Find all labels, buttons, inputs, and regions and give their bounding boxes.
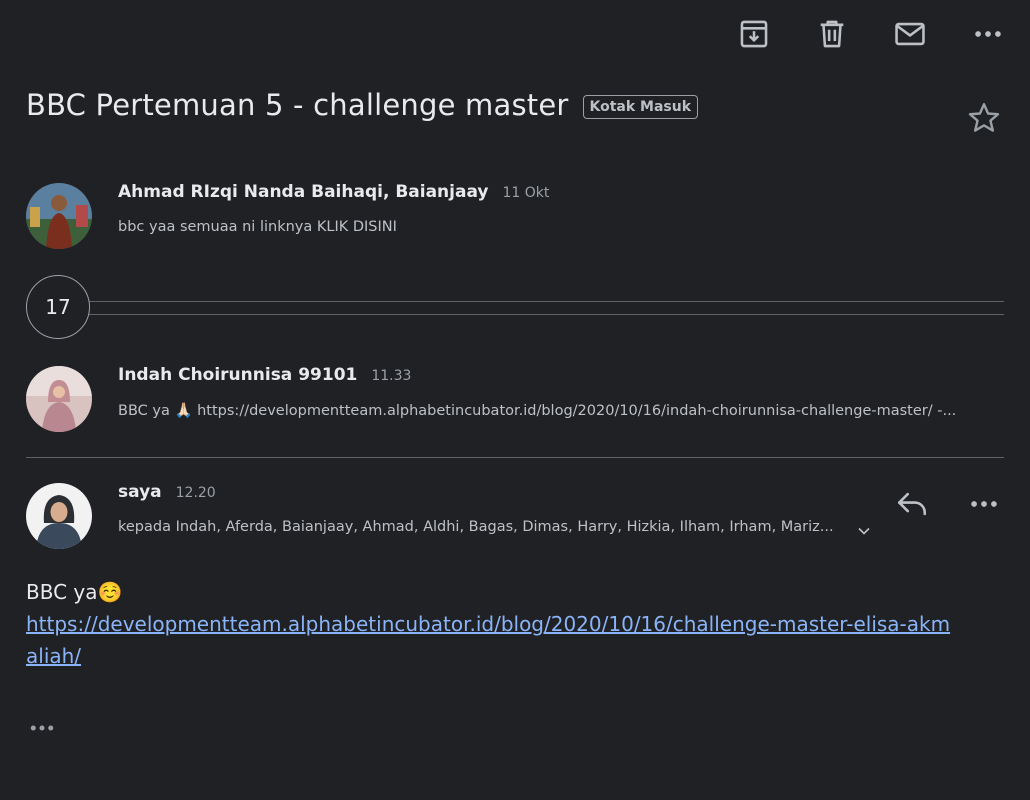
message-snippet: bbc yaa semuaa ni linknya KLIK DISINI	[118, 219, 397, 235]
expanded-message-header: saya 12.20 kepada Indah, Aferda, Baianja…	[26, 482, 1004, 552]
sender-name: saya	[118, 482, 162, 502]
show-details-button[interactable]	[856, 523, 872, 539]
sender-line: saya 12.20	[118, 482, 216, 502]
reply-button[interactable]	[892, 488, 932, 520]
message-time: 11.33	[371, 368, 412, 384]
avatar	[26, 366, 92, 432]
recipients-line[interactable]: kepada Indah, Aferda, Baianjaay, Ahmad, …	[118, 519, 853, 535]
message-divider	[26, 457, 1004, 458]
delete-button[interactable]	[812, 14, 852, 54]
message-time: 12.20	[175, 485, 216, 501]
thread-subject: BBC Pertemuan 5 - challenge master	[26, 88, 569, 122]
collapsed-divider-bottom	[88, 314, 1004, 315]
sender-line: Ahmad RIzqi Nanda Baihaqi, Baianjaay 11 …	[118, 182, 549, 202]
message-body: BBC ya☺️ https://developmentteam.alphabe…	[26, 576, 956, 672]
message-time: 11 Okt	[502, 185, 550, 201]
mark-unread-button[interactable]	[890, 14, 930, 54]
star-outline-icon	[968, 102, 1000, 132]
avatar[interactable]	[26, 483, 92, 549]
collapsed-divider-top	[88, 301, 1004, 302]
more-horizontal-icon	[30, 725, 54, 731]
trash-icon	[820, 20, 844, 48]
sender-line: Indah Choirunnisa 99101 11.33	[118, 365, 411, 385]
body-link[interactable]: https://developmentteam.alphabetincubato…	[26, 608, 956, 672]
more-horizontal-icon	[975, 31, 1001, 37]
collapsed-messages-count[interactable]: 17	[26, 275, 90, 339]
sender-name: Indah Choirunnisa 99101	[118, 365, 358, 385]
avatar	[26, 183, 92, 249]
mail-icon	[895, 22, 925, 46]
message-more-button[interactable]	[964, 488, 1004, 520]
star-button[interactable]	[966, 100, 1002, 136]
message-item[interactable]: Indah Choirunnisa 99101 11.33 BBC ya 🙏🏻 …	[26, 365, 1004, 435]
subject-row: BBC Pertemuan 5 - challenge master Kotak…	[26, 88, 699, 122]
body-text: BBC ya☺️	[26, 580, 123, 604]
show-trimmed-content-button[interactable]	[26, 716, 58, 740]
message-snippet: BBC ya 🙏🏻 https://developmentteam.alphab…	[118, 403, 957, 419]
sender-name: Ahmad RIzqi Nanda Baihaqi, Baianjaay	[118, 182, 489, 202]
top-toolbar	[696, 14, 1008, 54]
more-horizontal-icon	[971, 501, 997, 507]
reply-icon	[897, 492, 927, 516]
more-options-button[interactable]	[968, 14, 1008, 54]
chevron-down-icon	[858, 527, 870, 535]
archive-icon	[740, 20, 768, 48]
inbox-label-chip[interactable]: Kotak Masuk	[582, 95, 699, 119]
message-item[interactable]: Ahmad RIzqi Nanda Baihaqi, Baianjaay 11 …	[26, 182, 1004, 252]
archive-button[interactable]	[734, 14, 774, 54]
